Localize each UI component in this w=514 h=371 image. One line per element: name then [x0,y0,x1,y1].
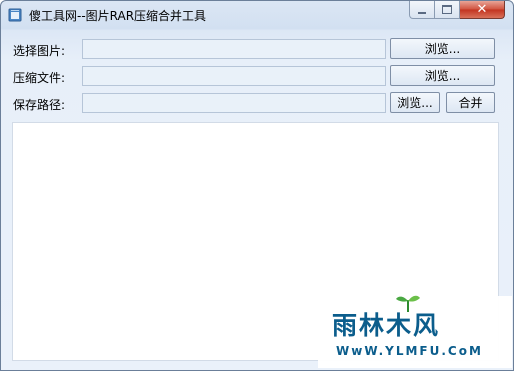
browse-save-button[interactable]: 浏览... [390,92,440,113]
select-image-label: 选择图片: [13,44,66,58]
minimize-icon [418,11,426,14]
select-image-field[interactable] [82,39,386,59]
compressed-file-label: 压缩文件: [13,71,66,85]
close-icon: ✕ [476,2,488,17]
compressed-file-field[interactable] [82,66,386,86]
watermark-url: WwW.YLMFU.CoM [336,344,483,358]
app-icon [8,8,22,22]
merge-button[interactable]: 合并 [446,92,495,113]
caption-buttons: ✕ [409,1,505,21]
window-title: 傻工具网--图片RAR压缩合并工具 [29,9,207,23]
watermark-logo: 雨林木风 WwW.YLMFU.CoM [318,290,512,368]
maximize-button[interactable] [435,1,460,19]
close-button[interactable]: ✕ [460,1,505,19]
browse-image-button[interactable]: 浏览... [390,38,495,59]
minimize-button[interactable] [409,1,435,19]
maximize-icon [442,5,452,14]
save-path-label: 保存路径: [13,98,66,112]
browse-archive-button[interactable]: 浏览... [390,65,495,86]
title-bar[interactable]: 傻工具网--图片RAR压缩合并工具 ✕ [1,1,513,29]
watermark-brand: 雨林木风 [332,311,441,340]
save-path-field[interactable] [82,93,386,113]
